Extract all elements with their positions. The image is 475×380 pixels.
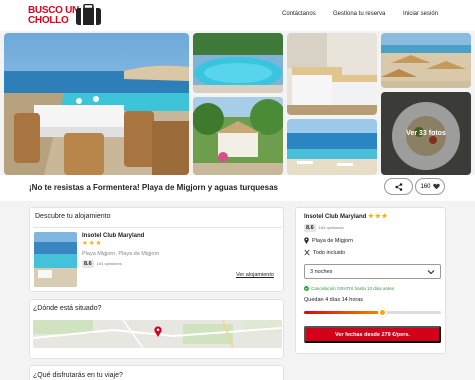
location-card: ¿Dónde está situado? xyxy=(29,299,284,359)
photo-gallery: Ver 33 fotos xyxy=(0,33,475,175)
view-dates-button[interactable]: Ver fechas desde 279 €/pers. xyxy=(304,326,441,343)
cutlery-icon xyxy=(304,249,310,256)
heart-icon xyxy=(432,183,440,190)
rating-opinions: 164 opiniones xyxy=(96,261,122,266)
accommodation-card: Descubre tu alojamiento Insotel Club Mar… xyxy=(29,207,284,292)
page-title: ¡No te resistas a Formentera! Playa de M… xyxy=(29,183,278,192)
top-header: BUSCO UN CHOLLO Contáctanos Gestiona tu … xyxy=(0,0,475,31)
hotel-location: Playa Migjorn, Playa de Migjorn xyxy=(82,251,160,257)
booking-rating-opinions: 164 opiniones xyxy=(318,225,344,230)
time-remaining-knob xyxy=(377,308,387,317)
enjoy-card: ¿Qué disfrutarás en tu viaje? xyxy=(29,365,284,380)
view-accommodation-link[interactable]: Ver alojamiento xyxy=(236,272,274,278)
location-pin-icon xyxy=(304,237,309,244)
nav-contact[interactable]: Contáctanos xyxy=(282,11,316,17)
hotel-stars: ★★★ xyxy=(82,240,103,247)
hotel-rating: 8.6 164 opiniones xyxy=(82,260,122,268)
divider xyxy=(33,227,282,228)
booking-location-row: Playa de Migjorn xyxy=(304,237,353,244)
share-button[interactable] xyxy=(384,178,413,195)
location-map[interactable] xyxy=(33,320,282,348)
free-cancellation-note: Cancelación GRATIS hasta 13 días antes xyxy=(304,286,394,291)
booking-board: Todo incluido xyxy=(313,249,346,256)
booking-hotel-name: Insotel Club Maryland ★★★ xyxy=(304,212,389,220)
photo-pool[interactable] xyxy=(193,33,283,93)
booking-rating: 8.6 164 opiniones xyxy=(304,224,344,232)
suitcase-icon xyxy=(76,4,101,25)
booking-rating-score: 8.6 xyxy=(304,224,316,232)
main-photo[interactable] xyxy=(4,33,189,175)
like-count: 160 xyxy=(420,183,431,190)
time-remaining-fill xyxy=(304,311,383,314)
time-remaining: Quedan 4 días 14 horas xyxy=(304,297,364,303)
logo-text: BUSCO UN CHOLLO xyxy=(28,6,79,26)
check-circle-icon xyxy=(304,286,309,291)
rating-score: 8.6 xyxy=(82,260,94,268)
booking-hotel-name-text: Insotel Club Maryland xyxy=(304,214,367,220)
photo-beach[interactable] xyxy=(381,33,471,88)
enjoy-section-title: ¿Qué disfrutarás en tu viaje? xyxy=(33,372,123,379)
booking-location: Playa de Migjorn xyxy=(312,237,353,244)
more-photos-button[interactable]: Ver 33 fotos xyxy=(381,92,471,175)
booking-hotel-stars: ★★★ xyxy=(368,213,389,220)
map-marker-icon xyxy=(154,326,162,337)
nights-selected-value: 3 noches xyxy=(310,268,333,275)
photo-garden[interactable] xyxy=(193,97,283,175)
logo-line-2: CHOLLO xyxy=(28,15,69,26)
hotel-thumbnail[interactable] xyxy=(34,232,77,287)
more-photos-label: Ver 33 fotos xyxy=(406,130,446,137)
cancellation-text: Cancelación GRATIS hasta 13 días antes xyxy=(311,286,394,291)
booking-board-row: Todo incluido xyxy=(304,249,345,256)
time-remaining-bar xyxy=(304,308,441,317)
photo-sea[interactable] xyxy=(287,119,377,175)
chevron-down-icon xyxy=(427,270,435,275)
like-button[interactable]: 160 xyxy=(415,178,445,195)
site-logo[interactable]: BUSCO UN CHOLLO xyxy=(28,4,108,28)
nights-select[interactable]: 3 noches xyxy=(304,264,441,279)
share-icon xyxy=(394,182,402,191)
nav-manage-booking[interactable]: Gestiona tu reserva xyxy=(333,11,385,17)
accommodation-section-title: Descubre tu alojamiento xyxy=(35,213,111,220)
photo-bedroom[interactable] xyxy=(287,33,377,115)
nav-login[interactable]: Iniciar sesión xyxy=(403,11,438,17)
location-section-title: ¿Dónde está situado? xyxy=(33,305,102,312)
